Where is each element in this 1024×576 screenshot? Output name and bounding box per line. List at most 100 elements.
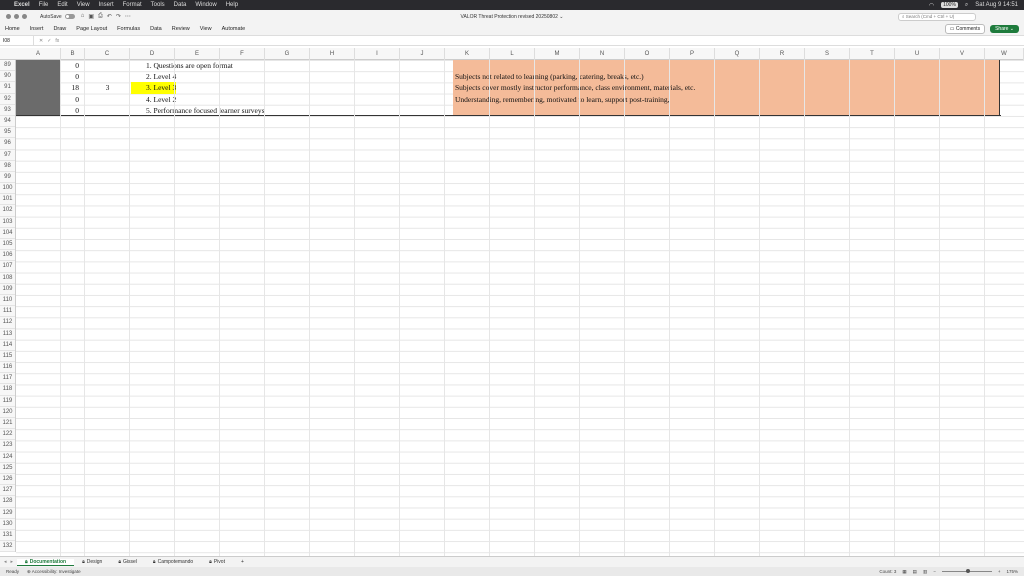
menu-edit[interactable]: Edit (57, 2, 67, 8)
row-header-130[interactable]: 130 (0, 519, 15, 530)
column-header-p[interactable]: P (670, 48, 715, 60)
column-header-c[interactable]: C (85, 48, 130, 60)
row-header-108[interactable]: 108 (0, 273, 15, 284)
row-header-101[interactable]: 101 (0, 194, 15, 206)
cell-b89[interactable]: 0 (61, 60, 85, 71)
row-header-110[interactable]: 110 (0, 295, 15, 307)
column-header-f[interactable]: F (220, 48, 265, 60)
row-header-115[interactable]: 115 (0, 351, 15, 363)
row-header-114[interactable]: 114 (0, 340, 15, 351)
row-header-120[interactable]: 120 (0, 407, 15, 418)
tab-insert[interactable]: Insert (30, 26, 44, 32)
cell-d92[interactable]: 4. Level 2 (146, 94, 176, 105)
add-sheet-button[interactable]: + (233, 559, 252, 565)
row-header-93[interactable]: 93 (0, 105, 15, 116)
row-header-96[interactable]: 96 (0, 138, 15, 150)
document-title[interactable]: VALOR Threat Protection revised 20250802… (0, 14, 1024, 20)
row-header-122[interactable]: 122 (0, 429, 15, 441)
column-header-d[interactable]: D (130, 48, 175, 60)
row-header-97[interactable]: 97 (0, 150, 15, 161)
row-header-129[interactable]: 129 (0, 508, 15, 519)
column-header-r[interactable]: R (760, 48, 805, 60)
normal-view-icon[interactable]: ▦ (902, 569, 906, 575)
confirm-icon[interactable]: ✓ (47, 38, 51, 44)
sheet-tab-documentation[interactable]: 🔒︎ Documentation (17, 558, 75, 566)
sheet-tab-gissel[interactable]: 🔒︎ Gissel (110, 559, 145, 565)
column-header-b[interactable]: B (61, 48, 85, 60)
row-header-105[interactable]: 105 (0, 239, 15, 251)
search-spotlight-icon[interactable]: ⌕ (965, 2, 968, 9)
close-window-button[interactable] (6, 14, 11, 19)
menu-insert[interactable]: Insert (99, 2, 114, 8)
share-button[interactable]: Share ⌄ (990, 25, 1019, 33)
row-header-117[interactable]: 117 (0, 373, 15, 385)
cell-d93[interactable]: 5. Performance focused learner surveys (146, 105, 265, 116)
zoom-slider[interactable] (941, 569, 992, 573)
name-box[interactable]: I08 (0, 36, 34, 45)
redo-icon[interactable]: ↷ (116, 13, 121, 20)
cell-c91[interactable]: 3 (85, 82, 130, 93)
column-header-t[interactable]: T (850, 48, 895, 60)
row-header-89[interactable]: 89 (0, 60, 15, 72)
column-header-w[interactable]: W (985, 48, 1024, 60)
row-header-118[interactable]: 118 (0, 384, 15, 396)
row-header-95[interactable]: 95 (0, 127, 15, 139)
column-header-i[interactable]: I (355, 48, 400, 60)
cell-b92[interactable]: 0 (61, 94, 85, 105)
menu-data[interactable]: Data (174, 2, 187, 8)
tab-draw[interactable]: Draw (53, 26, 66, 32)
sheet-tab-campotemando[interactable]: 🔒︎ Campotemando (145, 559, 201, 565)
menu-file[interactable]: File (39, 2, 49, 8)
zoom-out-icon[interactable]: − (933, 569, 936, 574)
minimize-window-button[interactable] (14, 14, 19, 19)
row-header-91[interactable]: 91 (0, 82, 15, 94)
cell-b91[interactable]: 18 (61, 82, 85, 93)
row-header-100[interactable]: 100 (0, 183, 15, 195)
column-header-k[interactable]: K (445, 48, 490, 60)
sheet-tab-pivot[interactable]: 🔒︎ Pivot (201, 559, 233, 565)
cell-d91[interactable]: 3. Level 3 (146, 82, 176, 93)
cell-k90[interactable]: Subjects not related to learning (parkin… (455, 71, 644, 82)
row-header-113[interactable]: 113 (0, 329, 15, 340)
row-header-123[interactable]: 123 (0, 440, 15, 452)
zoom-in-icon[interactable]: + (998, 569, 1001, 574)
row-header-111[interactable]: 111 (0, 306, 15, 318)
column-header-s[interactable]: S (805, 48, 850, 60)
menu-tools[interactable]: Tools (151, 2, 165, 8)
row-header-125[interactable]: 125 (0, 463, 15, 474)
cell-area[interactable]: 0 0 18 0 0 3 1. Questions are open forma… (16, 60, 1024, 556)
menu-help[interactable]: Help (226, 2, 238, 8)
cell-k91[interactable]: Subjects cover mostly instructor perform… (455, 82, 695, 93)
row-header-90[interactable]: 90 (0, 71, 15, 83)
cell-b90[interactable]: 0 (61, 71, 85, 82)
row-header-124[interactable]: 124 (0, 452, 15, 463)
row-header-131[interactable]: 131 (0, 530, 15, 542)
column-header-o[interactable]: O (625, 48, 670, 60)
row-header-112[interactable]: 112 (0, 317, 15, 329)
row-header-127[interactable]: 127 (0, 485, 15, 497)
tab-home[interactable]: Home (5, 26, 20, 32)
status-count[interactable]: Count: 3 (879, 569, 896, 574)
column-header-g[interactable]: G (265, 48, 310, 60)
row-header-106[interactable]: 106 (0, 250, 15, 262)
page-layout-view-icon[interactable]: ▤ (913, 569, 917, 575)
cancel-icon[interactable]: ✕ (39, 38, 43, 44)
page-break-view-icon[interactable]: ▥ (923, 569, 927, 575)
row-header-126[interactable]: 126 (0, 474, 15, 486)
clock[interactable]: Sat Aug 9 14:51 (975, 2, 1018, 8)
autosave-toggle[interactable] (64, 14, 75, 19)
row-header-121[interactable]: 121 (0, 418, 15, 430)
zoom-window-button[interactable] (22, 14, 27, 19)
menu-excel[interactable]: Excel (14, 2, 30, 8)
gray-filled-cells[interactable] (16, 60, 61, 116)
column-header-q[interactable]: Q (715, 48, 760, 60)
column-header-m[interactable]: M (535, 48, 580, 60)
spreadsheet-grid[interactable]: ABCDEFGHIJKLMNOPQRSTUVW 89 90 91 92 93 94 95 96… (0, 48, 1024, 556)
column-header-l[interactable]: L (490, 48, 535, 60)
row-header-94[interactable]: 94 (0, 116, 15, 128)
prev-sheet-icon[interactable]: ◂ (4, 559, 7, 565)
autosave-control[interactable]: AutoSave (40, 14, 75, 20)
next-sheet-icon[interactable]: ▸ (11, 559, 14, 565)
row-header-98[interactable]: 98 (0, 161, 15, 172)
search-input[interactable]: ⌕ Search (Cmd + Ctrl + U) (898, 12, 976, 21)
